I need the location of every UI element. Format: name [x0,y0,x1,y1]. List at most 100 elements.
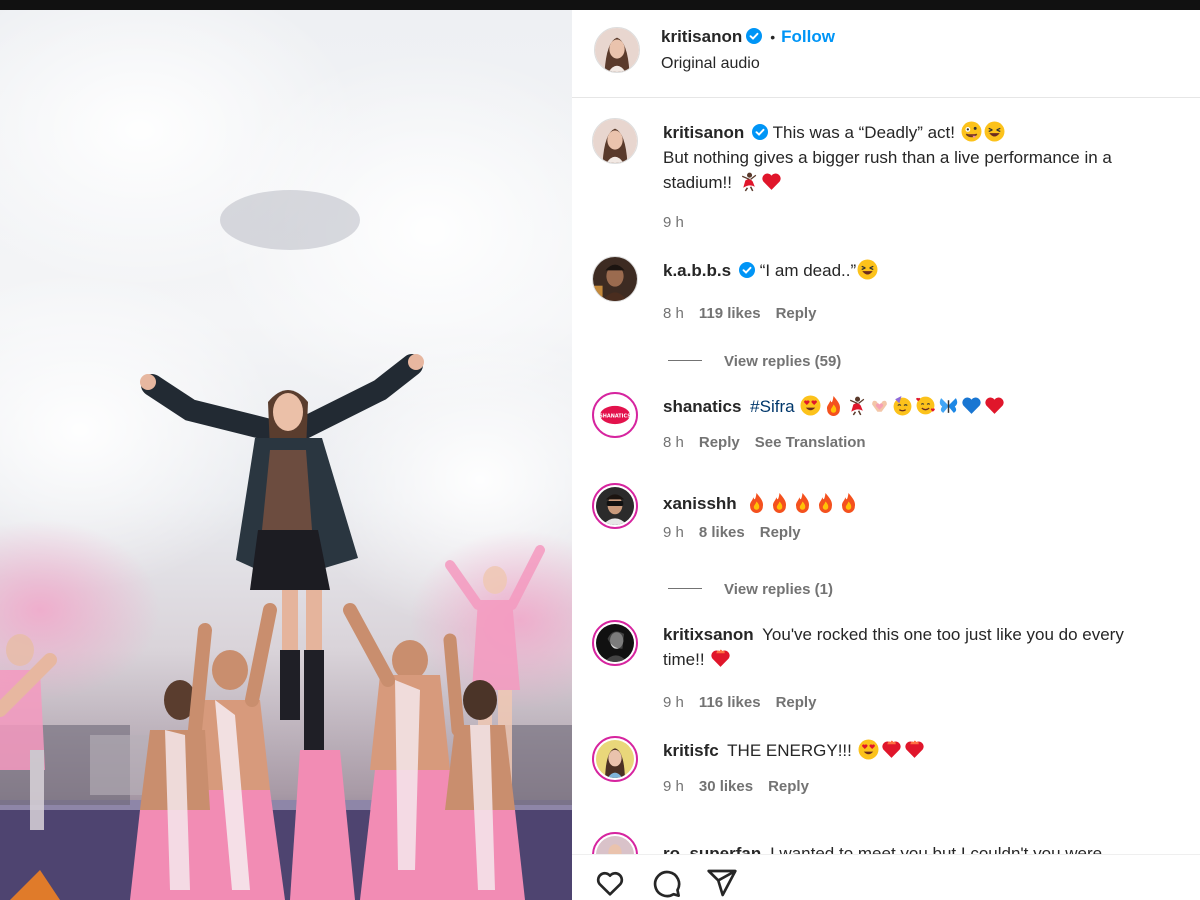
comment-text: shanatics #Sifra [663,394,1196,419]
replies-divider-line [668,360,702,361]
view-replies-button[interactable]: View replies (59) [668,353,841,370]
post-media-image [0,10,572,900]
comment-text: kritisanon This was a “Deadly” act! But … [663,120,1196,195]
dancer-emoji-icon [741,172,756,192]
comments-panel: kritisanon • Follow Original audio kritisa… [572,10,1200,900]
shanatics-logo-avatar: SHANATICS [596,396,634,434]
comment-username[interactable]: shanatics [663,397,741,416]
fire-emoji-icon [842,493,856,513]
share-icon [707,869,737,897]
comment-meta: 9 h 116 likes Reply [663,694,831,711]
comment-likes[interactable]: 8 likes [699,524,745,541]
fire-emoji-icon [796,493,810,513]
view-replies-label: View replies (1) [724,581,833,598]
share-button[interactable] [706,867,738,899]
comment-time: 9 h [663,214,684,231]
reply-button[interactable]: Reply [776,694,817,711]
post-author-avatar[interactable] [594,27,640,73]
partying-face-emoji-icon [893,396,912,416]
avatar-image [596,740,634,778]
svg-text:SHANATICS: SHANATICS [599,413,631,419]
comment-item: SHANATICS shanatics #Sifra 8 h Reply See T… [572,392,1200,472]
follow-button[interactable]: Follow [781,27,835,46]
avatar-image [596,836,634,854]
comment-text: k.a.b.b.s “I am dead..” [663,258,1196,283]
commenter-avatar[interactable] [592,736,638,782]
comment-body-line2: But nothing gives a bigger rush than a l… [663,148,1112,167]
comment-meta: 9 h [663,214,699,231]
comment-item: ro_superfan I wanted to meet you but I c… [572,832,1200,854]
avatar-image [595,28,639,72]
commenter-avatar[interactable] [592,832,638,854]
commenter-avatar[interactable] [592,118,638,164]
red-heart-emoji-icon [985,397,1004,414]
see-translation-button[interactable]: See Translation [755,434,866,451]
comment-item: kritisfc THE ENERGY!!! 9 h 30 likes Reply [572,736,1200,816]
caption-comment: kritisanon This was a “Deadly” act! But … [572,118,1200,238]
comment-text: kritixsanon You've rocked this one too j… [663,622,1196,672]
comment-time: 8 h [663,305,684,322]
reply-button[interactable]: Reply [699,434,740,451]
comment-body: I wanted to meet you but I couldn't you … [769,844,1103,854]
comment-body-line2: time!! [663,650,705,669]
comment-text: kritisfc THE ENERGY!!! [663,738,1196,763]
comment-body: THE ENERGY!!! [727,741,852,760]
view-replies-label: View replies (59) [724,353,842,370]
commenter-avatar[interactable] [592,483,638,529]
smiling-face-with-hearts-emoji-icon [916,396,936,415]
comment-item: xanisshh 9 h 8 likes Reply View replies (1… [572,483,1200,603]
comment-username[interactable]: kritixsanon [663,625,754,644]
comment-icon [653,870,681,898]
comment-username[interactable]: kritisanon [663,123,744,142]
reply-button[interactable]: Reply [768,778,809,795]
fire-emoji-icon [750,493,764,513]
comment-button[interactable] [650,867,682,899]
top-black-bar [0,0,1200,10]
reply-button[interactable]: Reply [776,305,817,322]
comment-text: ro_superfan I wanted to meet you but I c… [663,841,1196,854]
post-author-username[interactable]: kritisanon [661,27,742,46]
comment-username[interactable]: k.a.b.b.s [663,261,731,280]
blue-heart-emoji-icon [962,397,981,414]
fire-emoji-icon [773,493,787,513]
comment-time: 9 h [663,524,684,541]
stage-performance-image [0,10,572,900]
comment-body-line1: You've rocked this one too just like you… [762,625,1124,644]
heart-hands-emoji-icon [872,400,888,412]
hashtag-link[interactable]: #Sifra [750,397,794,416]
heart-on-fire-emoji-icon [881,740,901,758]
comment-username[interactable]: ro_superfan [663,844,761,854]
like-button[interactable] [594,867,626,899]
reply-button[interactable]: Reply [760,524,801,541]
view-replies-button[interactable]: View replies (1) [668,581,833,598]
comment-meta: 9 h 30 likes Reply [663,778,824,795]
commenter-avatar[interactable] [592,256,638,302]
comment-text: xanisshh [663,491,1196,516]
heart-eyes-emoji-icon [858,739,879,760]
heart-on-fire-emoji-icon [711,649,730,667]
comment-likes[interactable]: 119 likes [699,305,761,322]
verified-badge-icon [752,124,769,140]
comment-username[interactable]: xanisshh [663,494,737,513]
original-audio-link[interactable]: Original audio [661,55,760,73]
heart-icon [596,871,624,896]
commenter-avatar[interactable]: SHANATICS [592,392,638,438]
comment-time: 9 h [663,694,684,711]
avatar-image [596,624,634,662]
separator-dot: • [770,29,776,45]
verified-badge-icon [746,28,763,44]
comment-username[interactable]: kritisfc [663,741,719,760]
red-heart-emoji-icon [762,173,781,190]
comment-likes[interactable]: 116 likes [699,694,761,711]
dancer-emoji-icon [850,396,865,416]
fire-emoji-icon [819,493,833,513]
comment-body-line1: This was a “Deadly” act! [772,123,956,142]
commenter-avatar[interactable] [592,620,638,666]
butterfly-emoji-icon [940,398,958,413]
comment-meta: 8 h 119 likes Reply [663,305,831,322]
comment-likes[interactable]: 30 likes [699,778,753,795]
comment-body: “I am dead..” [759,261,857,280]
comment-time: 8 h [663,434,684,451]
comment-item: kritixsanon You've rocked this one too j… [572,620,1200,720]
heart-eyes-emoji-icon [800,395,821,416]
